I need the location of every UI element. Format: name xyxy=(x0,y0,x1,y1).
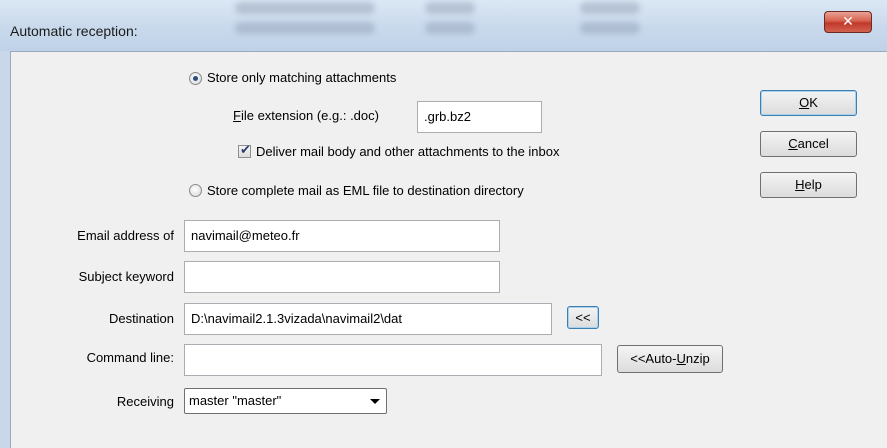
ok-accel: O xyxy=(799,95,810,110)
auto-unzip-button[interactable]: <<Auto-Unzip xyxy=(617,345,723,373)
subject-label: Subject keyword xyxy=(78,269,174,284)
email-input[interactable]: navimail@meteo.fr xyxy=(184,220,500,252)
blurred-background-text xyxy=(580,2,640,14)
deliver-checkbox[interactable]: ✔ xyxy=(238,143,251,158)
receiving-selected-value: master "master" xyxy=(189,393,282,408)
blurred-background-text xyxy=(235,2,375,14)
file-extension-input[interactable]: .grb.bz2 xyxy=(417,101,542,133)
help-text: elp xyxy=(804,177,822,192)
cancel-button[interactable]: Cancel xyxy=(760,131,857,157)
cancel-text: ancel xyxy=(797,136,829,151)
auto-unzip-text: <<Auto- xyxy=(630,351,677,366)
file-extension-accel: F xyxy=(233,108,241,123)
window-frame-left xyxy=(0,51,10,448)
auto-unzip-accel: U xyxy=(676,351,686,366)
browse-destination-button[interactable]: << xyxy=(567,306,599,329)
radio-store-attachments[interactable] xyxy=(189,72,202,85)
radio-store-eml[interactable] xyxy=(189,184,202,197)
chevron-down-icon xyxy=(370,399,380,404)
checkmark-icon: ✔ xyxy=(240,143,251,158)
destination-label: Destination xyxy=(108,311,174,326)
window-title: Automatic reception: xyxy=(10,23,138,39)
destination-input[interactable]: D:\navimail2.1.3vizada\navimail2\dat xyxy=(184,303,552,335)
receiving-label: Receiving xyxy=(116,394,174,409)
blurred-background-text xyxy=(580,22,640,34)
file-extension-label: File extension (e.g.: .doc) xyxy=(233,108,379,123)
close-icon: ✕ xyxy=(842,14,854,30)
close-button[interactable]: ✕ xyxy=(824,11,872,33)
file-extension-label-text: ile extension (e.g.: .doc) xyxy=(240,108,379,123)
dialog-window: Automatic reception: ✕ Store only matchi… xyxy=(0,0,887,448)
blurred-background-text xyxy=(425,2,475,14)
radio-store-attachments-label[interactable]: Store only matching attachments xyxy=(207,70,396,85)
subject-input[interactable] xyxy=(184,261,500,293)
ok-text: K xyxy=(809,95,818,110)
receiving-select[interactable]: master "master" xyxy=(184,388,387,414)
radio-selected-dot xyxy=(193,76,198,81)
help-button[interactable]: Help xyxy=(760,172,857,198)
cancel-accel: C xyxy=(788,136,798,151)
email-label: Email address of xyxy=(77,228,174,243)
command-line-label: Command line: xyxy=(86,350,174,365)
radio-store-eml-label[interactable]: Store complete mail as EML file to desti… xyxy=(207,183,524,198)
ok-button[interactable]: OK xyxy=(760,90,857,116)
auto-unzip-text-rest: nzip xyxy=(685,351,710,366)
blurred-background-text xyxy=(425,22,475,34)
help-accel: H xyxy=(795,177,805,192)
command-line-input[interactable] xyxy=(184,344,602,376)
deliver-checkbox-label[interactable]: Deliver mail body and other attachments … xyxy=(256,144,560,159)
blurred-background-text xyxy=(235,22,375,34)
title-bar[interactable]: Automatic reception: ✕ xyxy=(0,0,887,51)
